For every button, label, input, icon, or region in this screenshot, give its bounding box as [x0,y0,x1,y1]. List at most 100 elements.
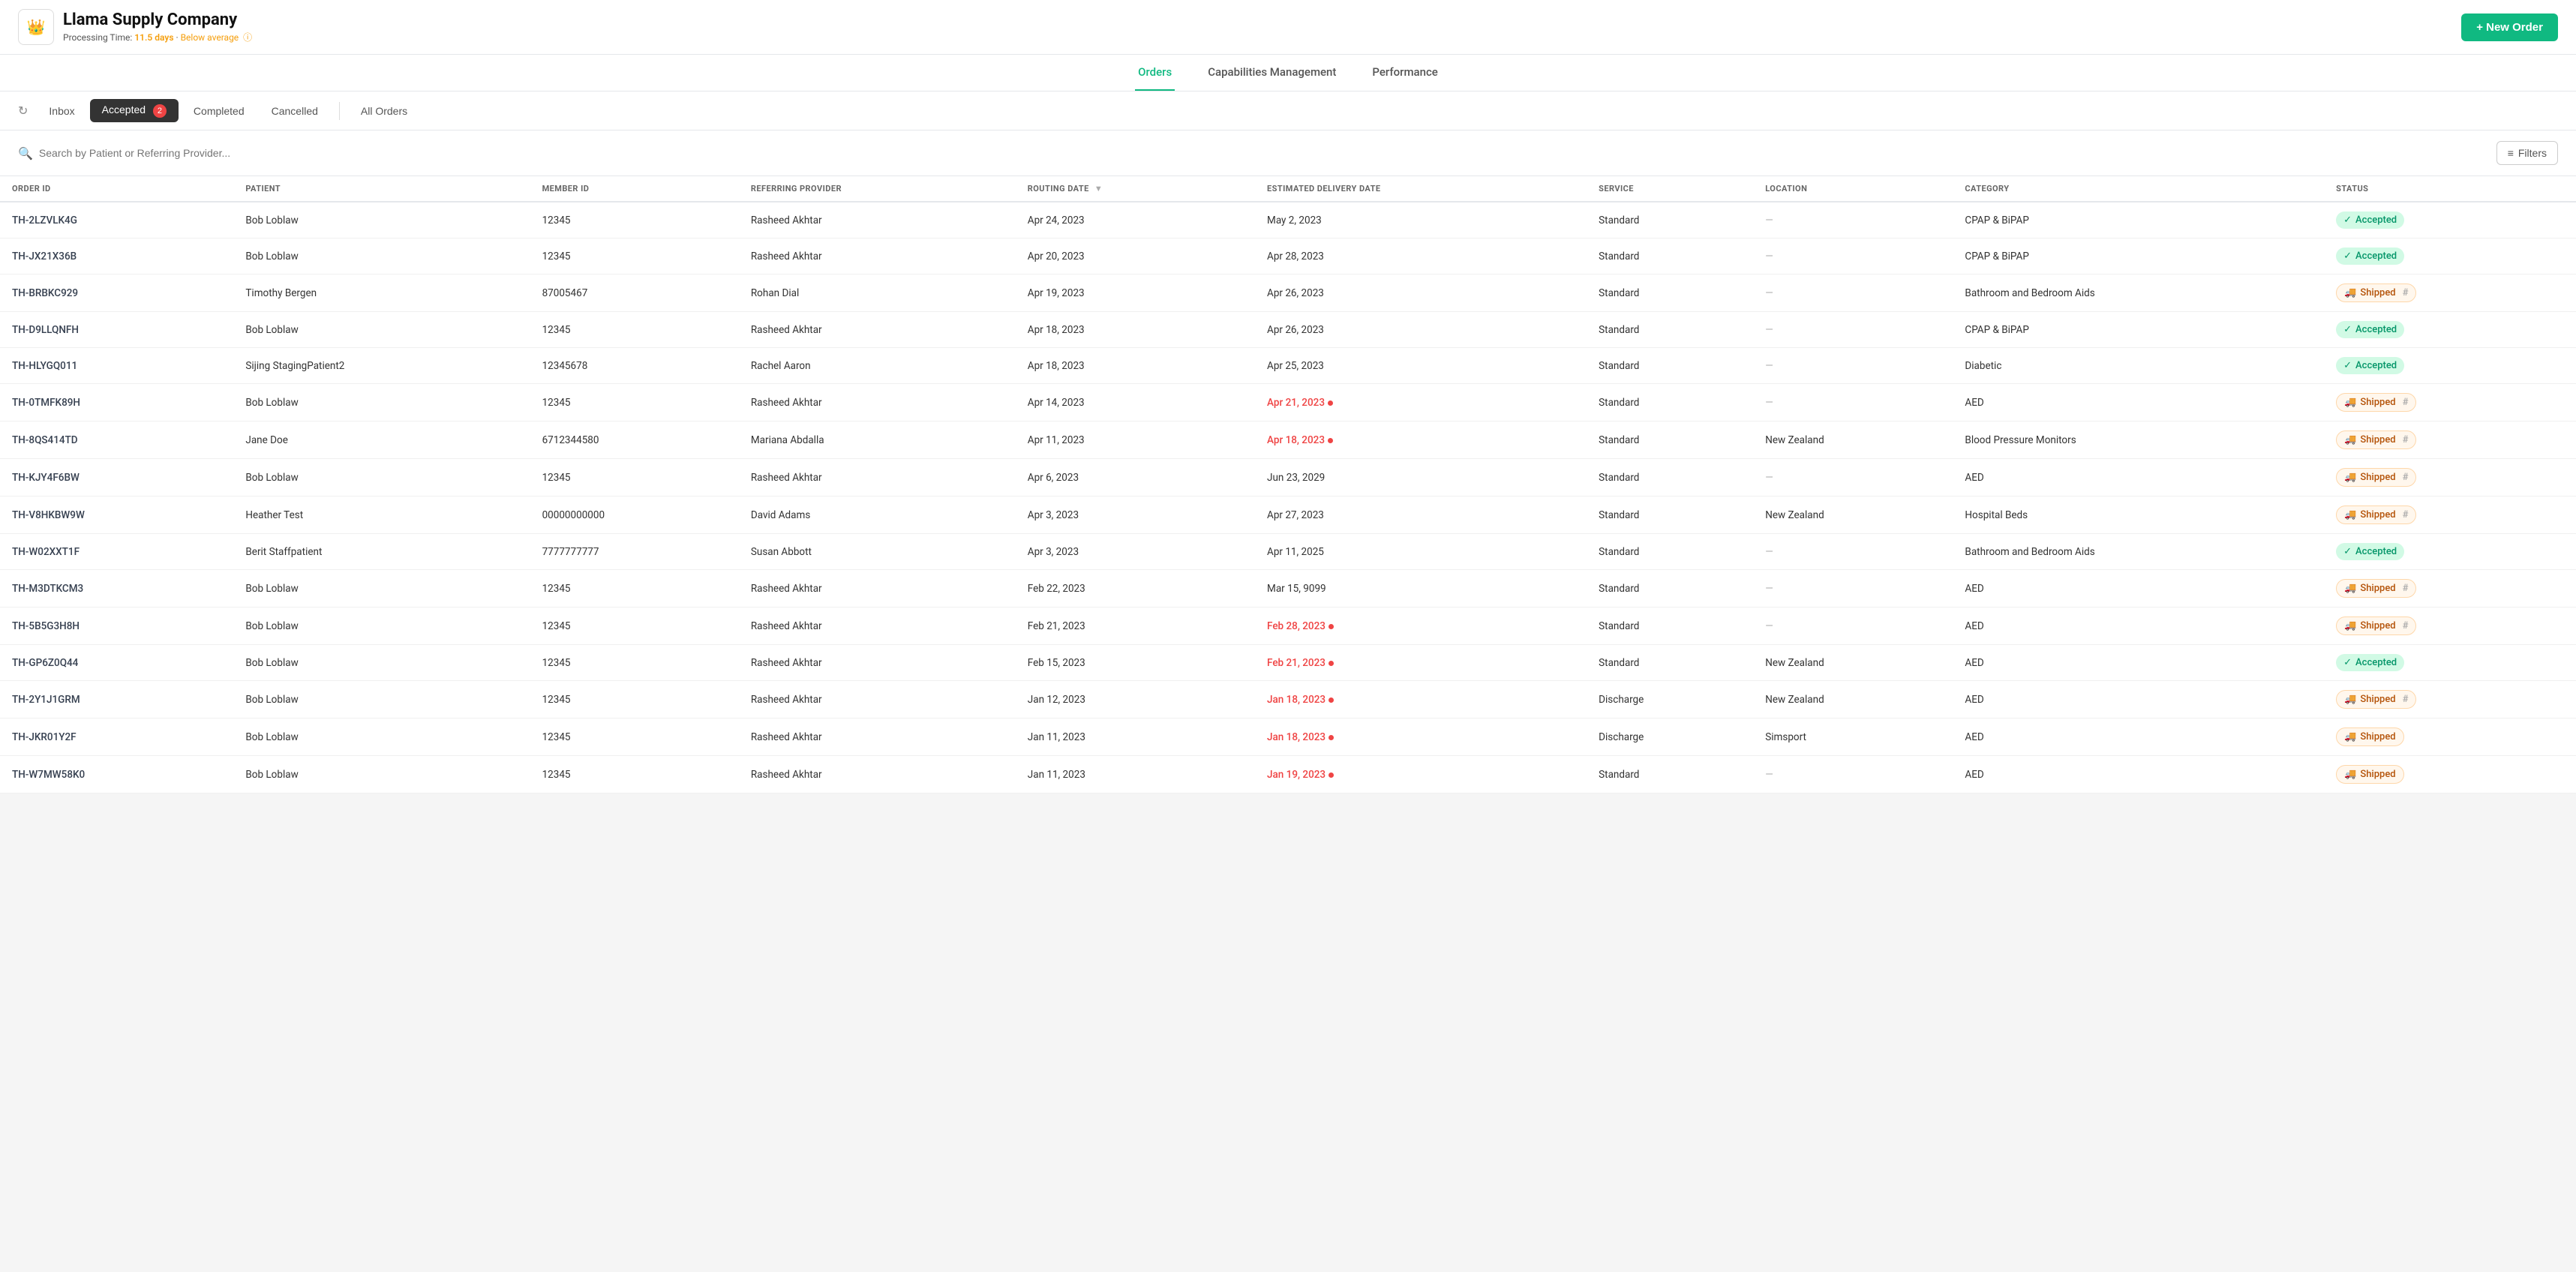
subtab-cancelled[interactable]: Cancelled [260,100,330,122]
cell-category: AED [1953,718,2324,756]
cell-routing-date: Apr 3, 2023 [1016,496,1255,534]
cell-patient: Bob Loblaw [233,718,530,756]
table-row[interactable]: TH-BRBKC929Timothy Bergen87005467Rohan D… [0,274,2576,312]
cell-routing-date: Jan 11, 2023 [1016,718,1255,756]
cell-member-id: 00000000000 [530,496,739,534]
table-header-row: ORDER ID PATIENT MEMBER ID REFERRING PRO… [0,176,2576,202]
hash-icon[interactable]: # [2403,620,2409,632]
cell-location: — [1753,348,1953,384]
cell-order-id: TH-BRBKC929 [0,274,233,312]
table-row[interactable]: TH-JX21X36BBob Loblaw12345Rasheed Akhtar… [0,238,2576,274]
cell-status: 🚚 Shipped# [2324,608,2576,645]
cell-member-id: 12345 [530,681,739,718]
hash-icon[interactable]: # [2403,472,2409,483]
cell-status: ✓ Accepted [2324,312,2576,348]
status-badge: ✓ Accepted [2336,654,2404,671]
company-info: 👑 Llama Supply Company Processing Time: … [18,9,252,45]
cell-estimated-delivery-date: Jun 23, 2029 [1255,459,1587,496]
subtab-inbox[interactable]: Inbox [37,100,86,122]
status-badge: 🚚 Shipped# [2336,579,2416,598]
cell-patient: Bob Loblaw [233,312,530,348]
cell-routing-date: Jan 11, 2023 [1016,756,1255,794]
cell-status: 🚚 Shipped# [2324,422,2576,459]
table-wrap: ORDER ID PATIENT MEMBER ID REFERRING PRO… [0,176,2576,794]
table-row[interactable]: TH-GP6Z0Q44Bob Loblaw12345Rasheed Akhtar… [0,645,2576,681]
cell-routing-date: Apr 14, 2023 [1016,384,1255,422]
col-order-id: ORDER ID [0,176,233,202]
table-row[interactable]: TH-2Y1J1GRMBob Loblaw12345Rasheed Akhtar… [0,681,2576,718]
cell-member-id: 12345 [530,570,739,608]
cell-estimated-delivery-date: Apr 21, 2023 [1255,384,1587,422]
cell-location: — [1753,459,1953,496]
cell-status: 🚚 Shipped# [2324,459,2576,496]
cell-service: Standard [1587,496,1753,534]
cell-member-id: 6712344580 [530,422,739,459]
new-order-button[interactable]: + New Order [2461,14,2558,41]
col-patient: PATIENT [233,176,530,202]
hash-icon[interactable]: # [2403,694,2409,705]
subtab-accepted[interactable]: Accepted 2 [90,99,179,122]
tab-orders[interactable]: Orders [1135,55,1175,91]
hash-icon[interactable]: # [2403,509,2409,520]
hash-icon[interactable]: # [2403,397,2409,408]
cell-status: 🚚 Shipped# [2324,384,2576,422]
table-row[interactable]: TH-8QS414TDJane Doe6712344580Mariana Abd… [0,422,2576,459]
table-row[interactable]: TH-KJY4F6BWBob Loblaw12345Rasheed Akhtar… [0,459,2576,496]
cell-order-id: TH-2Y1J1GRM [0,681,233,718]
table-row[interactable]: TH-JKR01Y2FBob Loblaw12345Rasheed Akhtar… [0,718,2576,756]
cell-status: 🚚 Shipped [2324,756,2576,794]
table-row[interactable]: TH-D9LLQNFHBob Loblaw12345Rasheed Akhtar… [0,312,2576,348]
cell-location: Simsport [1753,718,1953,756]
status-badge: 🚚 Shipped# [2336,284,2416,302]
table-row[interactable]: TH-HLYGQ011Sijing StagingPatient21234567… [0,348,2576,384]
cell-service: Discharge [1587,681,1753,718]
filters-label: Filters [2518,147,2547,159]
subtab-all-orders[interactable]: All Orders [349,100,419,122]
refresh-icon[interactable]: ↻ [18,104,28,118]
tab-capabilities[interactable]: Capabilities Management [1205,55,1339,91]
cell-order-id: TH-D9LLQNFH [0,312,233,348]
table-row[interactable]: TH-0TMFK89HBob Loblaw12345Rasheed Akhtar… [0,384,2576,422]
col-status: STATUS [2324,176,2576,202]
cell-category: Bathroom and Bedroom Aids [1953,274,2324,312]
cell-estimated-delivery-date: Apr 18, 2023 [1255,422,1587,459]
filters-button[interactable]: ≡ Filters [2496,141,2558,165]
hash-icon[interactable]: # [2403,583,2409,594]
cell-location: — [1753,608,1953,645]
col-routing-date[interactable]: ROUTING DATE ▼ [1016,176,1255,202]
cell-routing-date: Feb 21, 2023 [1016,608,1255,645]
checkmark-icon: ✓ [2343,214,2352,226]
table-row[interactable]: TH-2LZVLK4GBob Loblaw12345Rasheed Akhtar… [0,202,2576,238]
hash-icon[interactable]: # [2403,434,2409,446]
cell-routing-date: Feb 22, 2023 [1016,570,1255,608]
search-input[interactable] [39,147,2487,159]
col-service: SERVICE [1587,176,1753,202]
table-row[interactable]: TH-V8HKBW9WHeather Test00000000000David … [0,496,2576,534]
hash-icon[interactable]: # [2403,287,2409,298]
col-member-id: MEMBER ID [530,176,739,202]
processing-time: Processing Time: 11.5 days · Below avera… [63,31,252,44]
cell-member-id: 12345 [530,384,739,422]
truck-icon: 🚚 [2344,509,2356,520]
cell-category: AED [1953,681,2324,718]
table-row[interactable]: TH-5B5G3H8HBob Loblaw12345Rasheed Akhtar… [0,608,2576,645]
cell-member-id: 12345 [530,202,739,238]
cell-estimated-delivery-date: May 2, 2023 [1255,202,1587,238]
col-location: LOCATION [1753,176,1953,202]
table-row[interactable]: TH-M3DTKCM3Bob Loblaw12345Rasheed Akhtar… [0,570,2576,608]
table-row[interactable]: TH-W7MW58K0Bob Loblaw12345Rasheed Akhtar… [0,756,2576,794]
cell-routing-date: Apr 6, 2023 [1016,459,1255,496]
cell-estimated-delivery-date: Jan 19, 2023 [1255,756,1587,794]
status-badge: 🚚 Shipped [2336,728,2404,746]
company-logo: 👑 [18,9,54,45]
info-icon: ⓘ [243,32,252,43]
cell-referring-provider: Rasheed Akhtar [739,570,1016,608]
cell-patient: Berit Staffpatient [233,534,530,570]
subtab-completed[interactable]: Completed [182,100,257,122]
table-row[interactable]: TH-W02XXT1FBerit Staffpatient7777777777S… [0,534,2576,570]
cell-location: New Zealand [1753,645,1953,681]
tab-performance[interactable]: Performance [1369,55,1440,91]
accepted-badge: 2 [153,104,167,118]
cell-service: Standard [1587,422,1753,459]
cell-status: 🚚 Shipped# [2324,681,2576,718]
